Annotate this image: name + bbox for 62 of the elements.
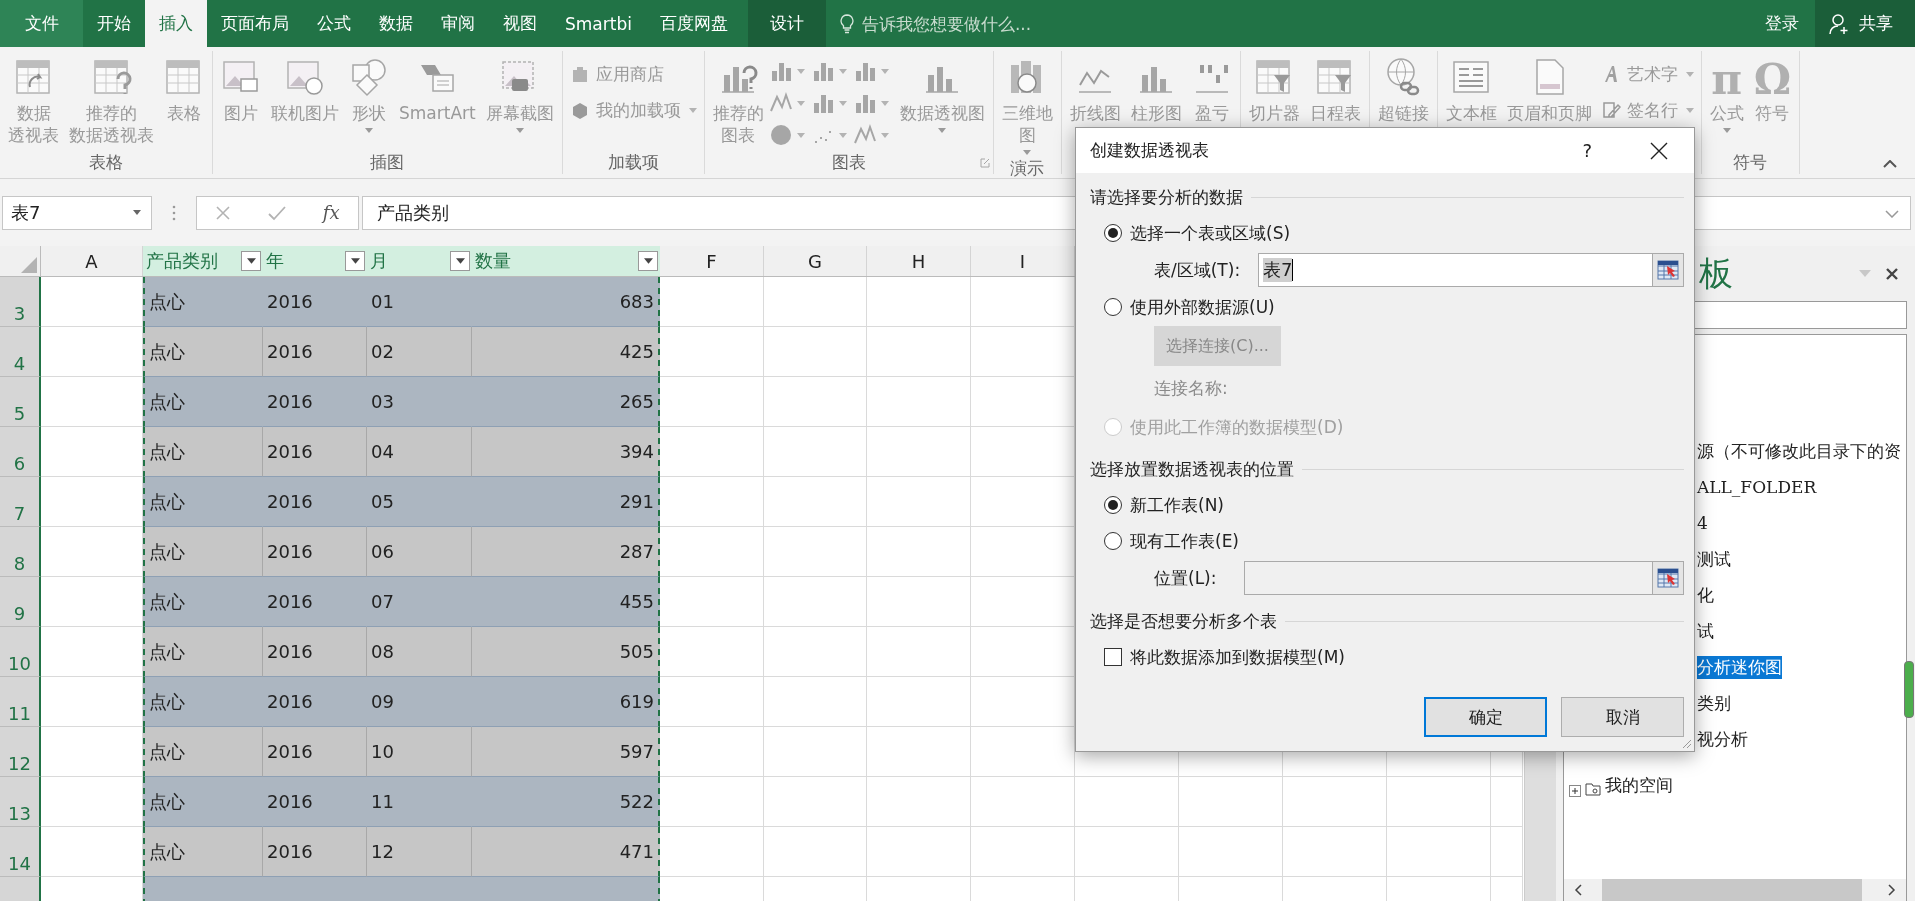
table-cell: 04 [367,427,472,477]
table-cell: 点心 [143,427,263,477]
table-cell: 09 [367,677,472,727]
table-cell: 597 [472,727,660,777]
group-label: 图表 [831,151,866,174]
table-cell: 07 [367,577,472,627]
table-cell: 点心 [143,527,263,577]
field-label: 位置(L): [1154,566,1218,590]
table-cell: 2016 [263,777,367,827]
table-cell: 425 [472,327,660,377]
dialog-title: 创建数据透视表 [1090,139,1209,162]
table-cell: 2016 [263,677,367,727]
table-cell: 点心 [143,777,263,827]
field-label: 表/区域(T): [1154,258,1242,282]
table-cell: 471 [472,827,660,877]
table-cell: 2016 [263,327,367,377]
table-cell: 619 [472,677,660,727]
table-cell: 394 [472,427,660,477]
table-cell: 08 [367,627,472,677]
group-label: 表格 [89,151,123,174]
table-cell: 2016 [263,377,367,427]
section-heading: 请选择要分析的数据 [1090,185,1243,209]
table-cell: 2016 [263,427,367,477]
table-cell: 683 [472,277,660,327]
table-cell: 291 [472,477,660,527]
table-cell: 455 [472,577,660,627]
table-cell: 287 [472,527,660,577]
table-cell: 06 [367,527,472,577]
group-label: 演示 [1010,157,1045,180]
table-cell: 点心 [143,477,263,527]
table-cell: 点心 [143,677,263,727]
section-heading: 选择放置数据透视表的位置 [1090,457,1294,481]
table-cell: 265 [472,377,660,427]
table-cell: 2016 [263,577,367,627]
table-cell: 点心 [143,727,263,777]
table-cell: 05 [367,477,472,527]
table-cell: 505 [472,627,660,677]
table-cell: 2016 [263,627,367,677]
group-label: 插图 [370,151,405,174]
connection-name-label: 连接名称: [1154,376,1228,400]
table-cell: 2016 [263,827,367,877]
section-heading: 选择是否想要分析多个表 [1090,609,1277,633]
table-cell: 点心 [143,577,263,627]
pane-title: 板 [1699,251,1733,295]
table-cell: 10 [367,727,472,777]
table-cell: 点心 [143,627,263,677]
table-cell: 01 [367,277,472,327]
table-cell: 03 [367,377,472,427]
table-cell: 2016 [263,277,367,327]
table-cell: 522 [472,777,660,827]
table-cell: 11 [367,777,472,827]
table-cell: 2016 [263,727,367,777]
table-cell: 12 [367,827,472,877]
table-cell: 点心 [143,277,263,327]
table-cell: 点心 [143,327,263,377]
group-label: 符号 [1733,151,1768,174]
table-cell: 02 [367,327,472,377]
group-label: 加载项 [607,151,659,174]
table-cell: 2016 [263,527,367,577]
table-cell: 点心 [143,827,263,877]
table-cell: 2016 [263,477,367,527]
table-cell: 点心 [143,377,263,427]
